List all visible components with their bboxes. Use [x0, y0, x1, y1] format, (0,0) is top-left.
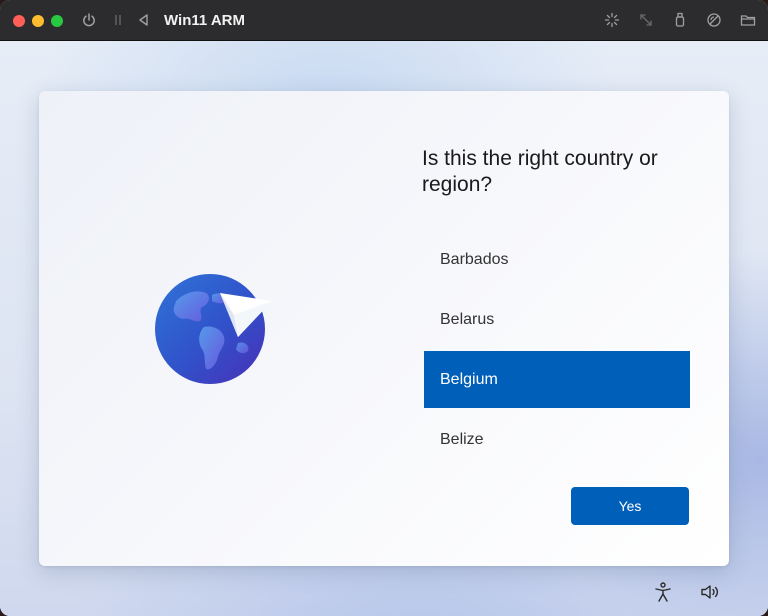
list-item-selected[interactable]: Belgium [424, 351, 690, 408]
vm-desktop: Is this the right country or region? Bar… [0, 41, 768, 616]
list-item[interactable]: Belarus [424, 291, 690, 348]
power-icon[interactable] [80, 11, 98, 29]
title-bar: Win11 ARM [0, 0, 768, 41]
accessibility-icon[interactable] [652, 581, 674, 603]
pause-icon[interactable] [109, 11, 127, 29]
oobe-card: Is this the right country or region? Bar… [39, 91, 729, 566]
network-icon[interactable] [705, 11, 723, 29]
resize-icon[interactable] [637, 11, 655, 29]
page-title: Is this the right country or region? [422, 147, 658, 196]
loading-icon [603, 11, 621, 29]
window-title: Win11 ARM [164, 12, 245, 29]
list-item[interactable]: Belize [424, 411, 690, 468]
maximize-button[interactable] [51, 15, 63, 27]
folder-icon[interactable] [739, 11, 757, 29]
close-button[interactable] [13, 15, 25, 27]
vm-window: Win11 ARM Is this the right country or r… [0, 0, 768, 616]
usb-icon[interactable] [671, 11, 689, 29]
country-list[interactable]: Barbados Belarus Belgium Belize [424, 231, 690, 471]
minimize-button[interactable] [32, 15, 44, 27]
volume-icon[interactable] [699, 581, 721, 603]
list-item[interactable]: Barbados [424, 231, 690, 288]
globe-icon [154, 271, 278, 387]
back-icon[interactable] [135, 11, 153, 29]
yes-button[interactable]: Yes [571, 487, 689, 525]
